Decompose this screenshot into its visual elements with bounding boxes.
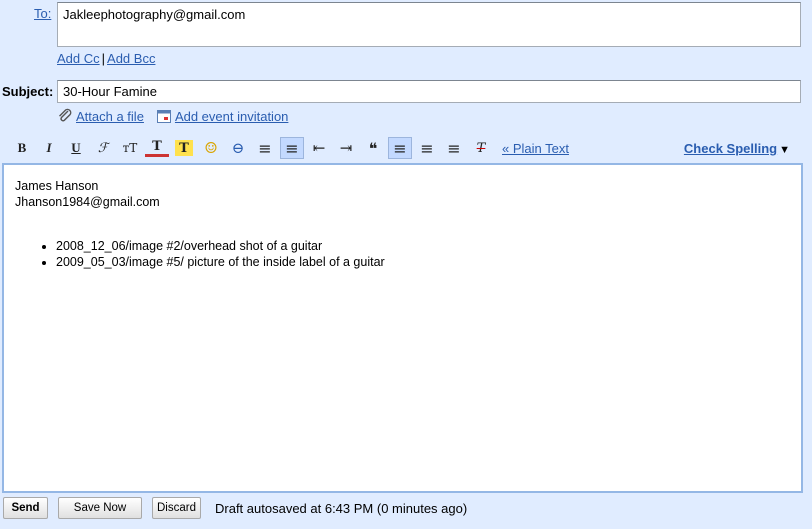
align-right-icon[interactable]: ≡ xyxy=(442,137,466,159)
add-bcc-link[interactable]: Add Bcc xyxy=(107,51,155,66)
discard-button[interactable]: Discard xyxy=(152,497,201,519)
italic-button[interactable]: I xyxy=(37,137,61,159)
plain-text-link[interactable]: « Plain Text xyxy=(502,141,569,156)
send-button[interactable]: Send xyxy=(3,497,48,519)
indent-more-icon[interactable]: ⇥ xyxy=(334,137,358,159)
emoticon-icon[interactable]: ☺ xyxy=(199,137,223,159)
body-bullet-list: 2008_12_06/image #2/overhead shot of a g… xyxy=(56,238,790,270)
message-body-editor[interactable]: James Hanson Jhanson1984@gmail.com 2008_… xyxy=(2,163,803,493)
body-name-line: James Hanson xyxy=(15,179,99,193)
font-size-icon[interactable]: тT xyxy=(118,137,142,159)
list-item: 2009_05_03/image #5/ picture of the insi… xyxy=(56,254,790,270)
subject-field[interactable]: 30-Hour Famine xyxy=(57,80,801,103)
bulleted-list-icon[interactable]: ≡ xyxy=(280,137,304,159)
save-now-button[interactable]: Save Now xyxy=(58,497,142,519)
attach-row: Attach a file Add event invitation xyxy=(57,108,288,124)
to-field[interactable]: Jakleephotography@gmail.com xyxy=(57,2,801,47)
subject-label: Subject: xyxy=(2,84,54,99)
check-spelling-control[interactable]: Check Spelling ▼ xyxy=(684,141,790,156)
quote-icon[interactable]: ❝ xyxy=(361,137,385,159)
underline-button[interactable]: U xyxy=(64,137,88,159)
numbered-list-icon[interactable]: ≡ xyxy=(253,137,277,159)
paperclip-icon xyxy=(57,108,73,124)
check-spelling-link[interactable]: Check Spelling xyxy=(684,141,777,156)
cc-separator: | xyxy=(101,51,106,66)
cc-bcc-row: Add Cc | Add Bcc xyxy=(57,51,155,66)
add-cc-link[interactable]: Add Cc xyxy=(57,51,100,66)
list-item: 2008_12_06/image #2/overhead shot of a g… xyxy=(56,238,790,254)
autosave-status: Draft autosaved at 6:43 PM (0 minutes ag… xyxy=(215,500,468,516)
footer-actions: Send Save Now Discard Draft autosaved at… xyxy=(3,497,467,519)
indent-less-icon[interactable]: ⇤ xyxy=(307,137,331,159)
to-label-link[interactable]: To: xyxy=(34,6,51,21)
bold-button[interactable]: B xyxy=(10,137,34,159)
attach-file-link[interactable]: Attach a file xyxy=(76,109,144,124)
remove-formatting-icon[interactable]: T xyxy=(469,137,493,159)
link-icon[interactable]: ⊖ xyxy=(226,137,250,159)
text-color-icon[interactable]: T xyxy=(145,139,169,157)
align-left-icon[interactable]: ≡ xyxy=(388,137,412,159)
chevron-down-icon[interactable]: ▼ xyxy=(779,144,790,156)
font-icon[interactable]: ℱ xyxy=(91,137,115,159)
calendar-icon xyxy=(156,108,172,124)
add-event-invitation-link[interactable]: Add event invitation xyxy=(175,109,288,124)
body-email-line: Jhanson1984@gmail.com xyxy=(15,195,160,209)
highlight-color-icon[interactable]: T xyxy=(175,140,193,156)
align-center-icon[interactable]: ≡ xyxy=(415,137,439,159)
